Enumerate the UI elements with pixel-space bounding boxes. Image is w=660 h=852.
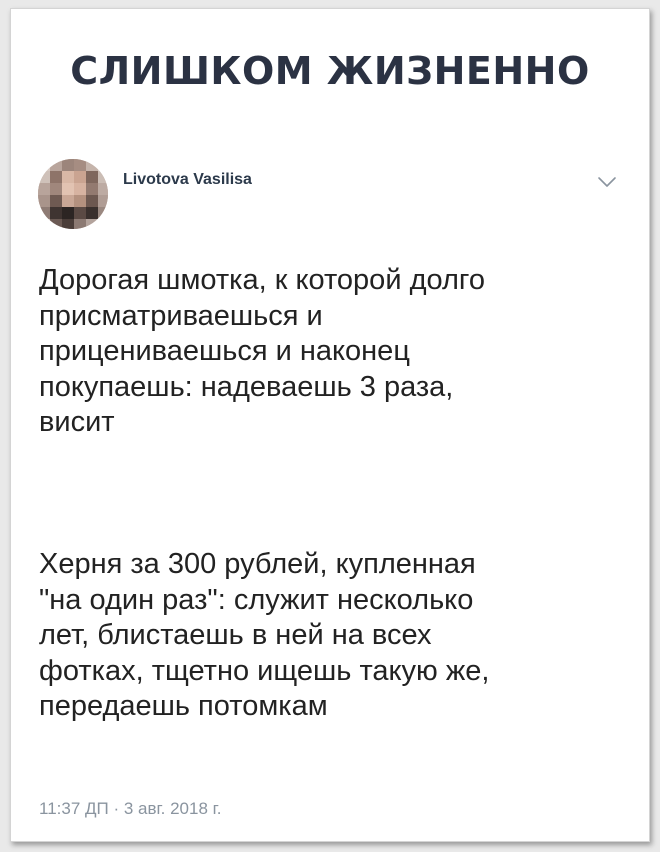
tweet-paragraph-1: Дорогая шмотка, к которой долго присматр…: [39, 264, 485, 438]
tweet-paragraph-2: Херня за 300 рублей, купленная "на один …: [39, 548, 490, 722]
meme-card: СЛИШКОМ ЖИЗНЕННО Livotova Vasilisa Дорог…: [10, 8, 650, 842]
tweet-timestamp[interactable]: 11:37 ДП · 3 авг. 2018 г.: [39, 799, 221, 819]
author-name[interactable]: Livotova Vasilisa: [123, 171, 252, 189]
blurred-profile-photo-icon: [38, 159, 108, 229]
tweet-menu-button[interactable]: [596, 174, 618, 190]
chevron-down-icon: [598, 177, 616, 187]
avatar[interactable]: [38, 159, 108, 229]
meme-headline: СЛИШКОМ ЖИЗНЕННО: [70, 49, 590, 93]
